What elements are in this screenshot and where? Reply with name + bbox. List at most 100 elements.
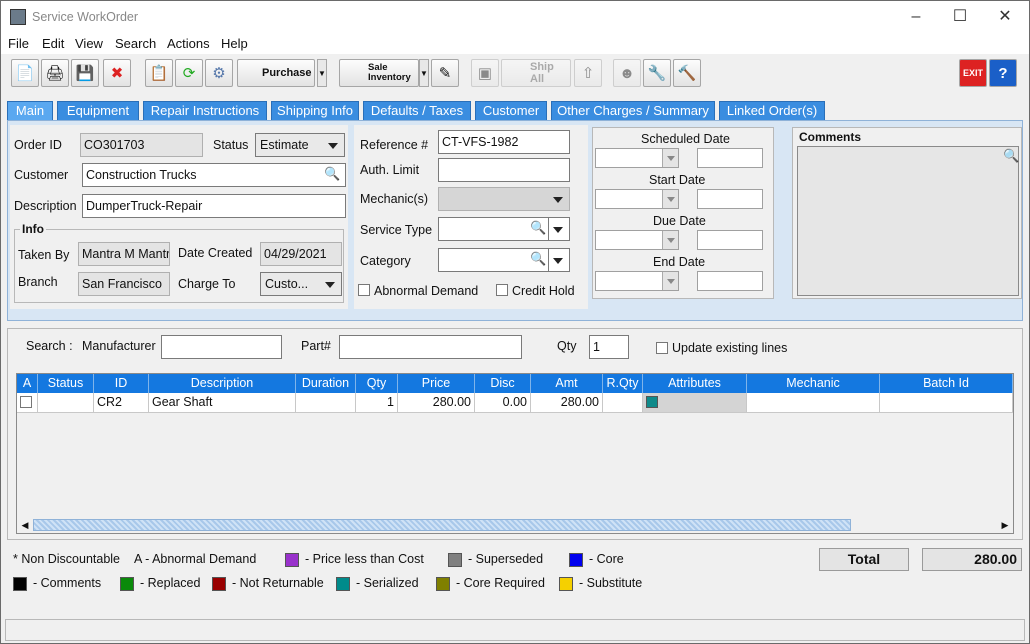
- tab-linked-orders[interactable]: Linked Order(s): [719, 101, 825, 120]
- abnormal-demand-checkbox[interactable]: [358, 284, 370, 296]
- end-date-picker[interactable]: [595, 271, 679, 291]
- col-batch-id[interactable]: Batch Id: [880, 374, 1013, 393]
- qty-cell[interactable]: 1: [356, 393, 398, 413]
- horizontal-scrollbar[interactable]: ◀ ▶: [17, 517, 1013, 533]
- minimize-icon[interactable]: –: [894, 5, 938, 29]
- price-cell[interactable]: 280.00: [398, 393, 475, 413]
- col-rqty[interactable]: R.Qty: [603, 374, 643, 393]
- part-field[interactable]: [339, 335, 522, 359]
- row-checkbox[interactable]: [20, 396, 32, 408]
- duration-cell[interactable]: [296, 393, 356, 413]
- scroll-thumb[interactable]: [33, 519, 851, 531]
- scroll-left-icon[interactable]: ◀: [18, 518, 32, 532]
- category-search-icon[interactable]: 🔍: [530, 251, 546, 267]
- col-disc[interactable]: Disc: [475, 374, 531, 393]
- notes-icon[interactable]: 📋: [145, 59, 173, 87]
- delete-icon[interactable]: ✖: [103, 59, 131, 87]
- save-icon[interactable]: 💾: [71, 59, 99, 87]
- ship-icon[interactable]: ▣: [471, 59, 499, 87]
- attributes-cell[interactable]: [643, 393, 747, 413]
- add-tool-icon[interactable]: 🔧: [643, 59, 671, 87]
- end-time-field[interactable]: [697, 271, 763, 291]
- amt-cell[interactable]: 280.00: [531, 393, 603, 413]
- customer-field[interactable]: Construction Trucks: [82, 163, 346, 187]
- mechanic-icon[interactable]: ☻: [613, 59, 641, 87]
- help-icon[interactable]: ?: [989, 59, 1017, 87]
- due-time-field[interactable]: [697, 230, 763, 250]
- new-document-icon[interactable]: 📄: [11, 59, 39, 87]
- col-duration[interactable]: Duration: [296, 374, 356, 393]
- manufacturer-field[interactable]: [161, 335, 282, 359]
- menu-file[interactable]: File: [8, 36, 29, 51]
- tab-shipping-info[interactable]: Shipping Info: [271, 101, 359, 120]
- customer-search-icon[interactable]: 🔍: [324, 166, 340, 182]
- batch-cell[interactable]: [880, 393, 1013, 413]
- chevron-down-icon[interactable]: [662, 190, 678, 208]
- chevron-down-icon[interactable]: [662, 149, 678, 167]
- scroll-right-icon[interactable]: ▶: [998, 518, 1012, 532]
- exit-icon[interactable]: EXIT: [959, 59, 987, 87]
- menu-help[interactable]: Help: [221, 36, 248, 51]
- mechanic-cell[interactable]: [747, 393, 880, 413]
- tab-other-charges[interactable]: Other Charges / Summary: [551, 101, 715, 120]
- reference-field[interactable]: CT-VFS-1982: [438, 130, 570, 154]
- print-icon[interactable]: 🖨: [41, 59, 69, 87]
- description-field[interactable]: DumperTruck-Repair: [82, 194, 346, 218]
- menu-search[interactable]: Search: [115, 36, 156, 51]
- scheduled-time-field[interactable]: [697, 148, 763, 168]
- purchase-dropdown-icon[interactable]: ▼: [317, 59, 327, 87]
- col-qty[interactable]: Qty: [356, 374, 398, 393]
- menu-actions[interactable]: Actions: [167, 36, 210, 51]
- disc-cell[interactable]: 0.00: [475, 393, 531, 413]
- chevron-down-icon[interactable]: [662, 231, 678, 249]
- tab-repair-instructions[interactable]: Repair Instructions: [143, 101, 267, 120]
- status-cell[interactable]: [38, 393, 94, 413]
- id-cell[interactable]: CR2: [94, 393, 149, 413]
- col-mechanic[interactable]: Mechanic: [747, 374, 880, 393]
- close-icon[interactable]: ✕: [983, 5, 1027, 29]
- comments-textarea[interactable]: [797, 146, 1019, 296]
- due-date-picker[interactable]: [595, 230, 679, 250]
- col-id[interactable]: ID: [94, 374, 149, 393]
- status-select[interactable]: Estimate: [255, 133, 345, 157]
- col-amt[interactable]: Amt: [531, 374, 603, 393]
- service-type-dropdown[interactable]: [548, 217, 570, 241]
- col-price[interactable]: Price: [398, 374, 475, 393]
- sale-inventory-button[interactable]: Sale Inventory: [339, 59, 419, 87]
- update-lines-checkbox[interactable]: [656, 342, 668, 354]
- start-time-field[interactable]: [697, 189, 763, 209]
- auth-limit-field[interactable]: [438, 158, 570, 182]
- charge-to-select[interactable]: Custo...: [260, 272, 342, 296]
- qty-field[interactable]: 1: [589, 335, 629, 359]
- refresh-icon[interactable]: ⟳: [175, 59, 203, 87]
- sale-dropdown-icon[interactable]: ▼: [419, 59, 429, 87]
- maximize-icon[interactable]: ☐: [938, 5, 982, 29]
- tab-main[interactable]: Main: [7, 101, 53, 120]
- start-date-picker[interactable]: [595, 189, 679, 209]
- col-attributes[interactable]: Attributes: [643, 374, 747, 393]
- chevron-down-icon[interactable]: [662, 272, 678, 290]
- menu-view[interactable]: View: [75, 36, 103, 51]
- upload-icon[interactable]: ⇧: [574, 59, 602, 87]
- mechanics-select[interactable]: [438, 187, 570, 211]
- rqty-cell[interactable]: [603, 393, 643, 413]
- tab-defaults-taxes[interactable]: Defaults / Taxes: [363, 101, 471, 120]
- settings-icon[interactable]: ⚙: [205, 59, 233, 87]
- ship-all-button[interactable]: Ship All: [501, 59, 571, 87]
- comments-search-icon[interactable]: 🔍: [1003, 148, 1019, 164]
- description-cell[interactable]: Gear Shaft: [149, 393, 296, 413]
- table-row[interactable]: CR2 Gear Shaft 1 280.00 0.00 280.00: [17, 393, 1013, 413]
- remove-tool-icon[interactable]: 🔨: [673, 59, 701, 87]
- purchase-button[interactable]: Purchase: [237, 59, 315, 87]
- edit-pencil-icon[interactable]: ✎: [431, 59, 459, 87]
- col-description[interactable]: Description: [149, 374, 296, 393]
- tab-equipment[interactable]: Equipment: [57, 101, 139, 120]
- category-dropdown[interactable]: [548, 248, 570, 272]
- scheduled-date-picker[interactable]: [595, 148, 679, 168]
- credit-hold-checkbox[interactable]: [496, 284, 508, 296]
- col-status[interactable]: Status: [38, 374, 94, 393]
- row-select-cell[interactable]: [17, 393, 38, 413]
- menu-edit[interactable]: Edit: [42, 36, 64, 51]
- tab-customer[interactable]: Customer: [475, 101, 547, 120]
- service-type-search-icon[interactable]: 🔍: [530, 220, 546, 236]
